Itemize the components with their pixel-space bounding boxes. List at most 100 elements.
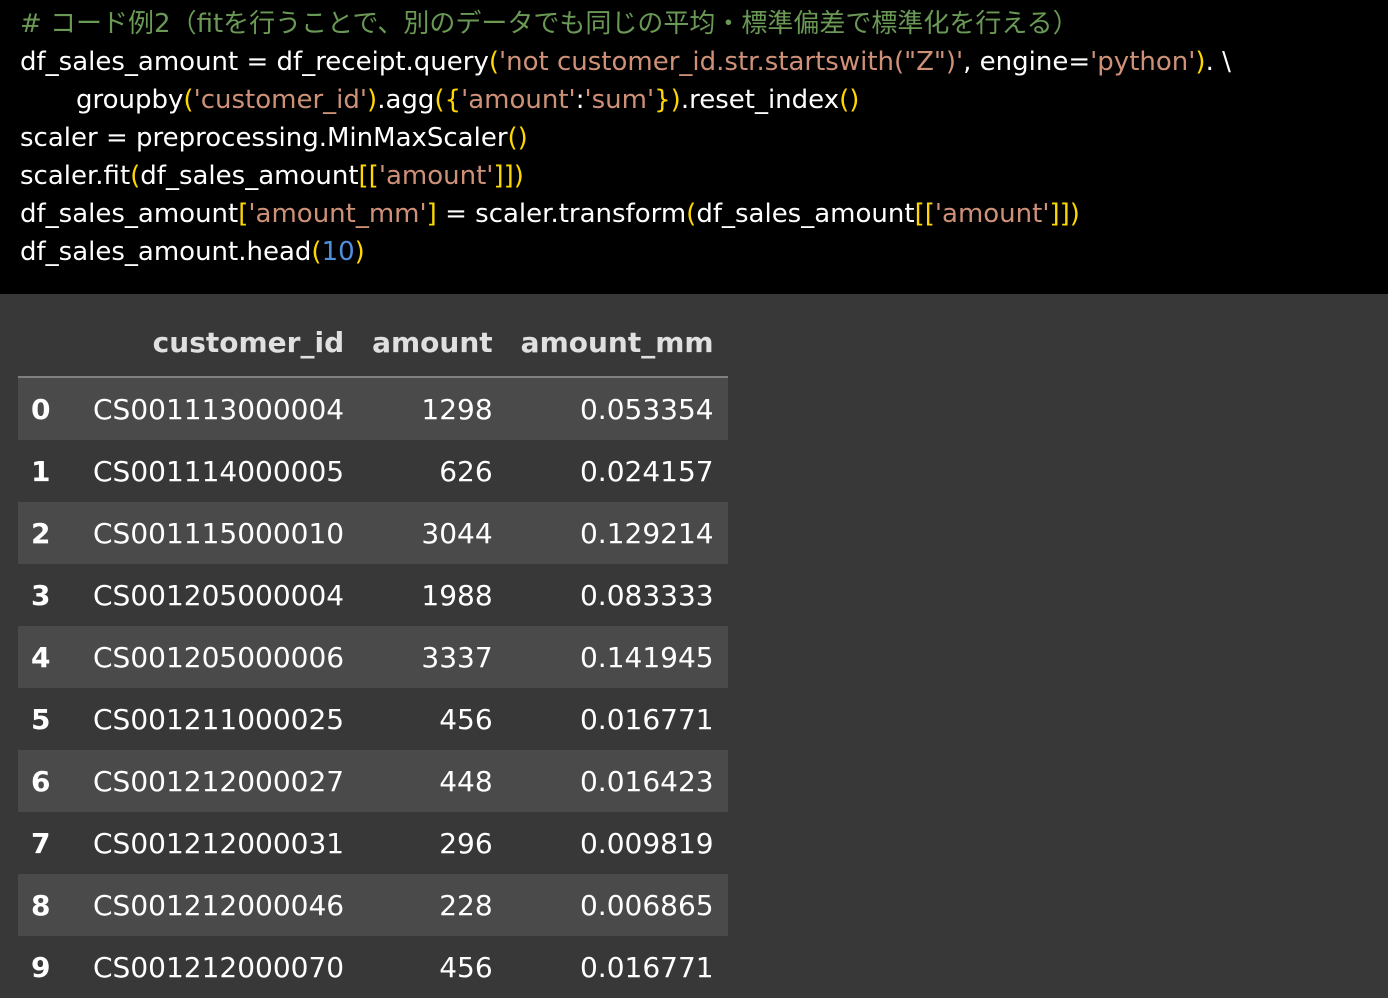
code-bracket: ]]) — [1049, 199, 1080, 229]
code-text: df_sales_amount — [20, 199, 239, 229]
cell-amount: 456 — [439, 702, 493, 736]
code-comment: # コード例2（fitを行うことで、別のデータでも同じの平均・標準偏差で標準化を… — [20, 9, 1079, 39]
cell-amount-mm: 0.016771 — [579, 702, 714, 736]
cell-amount: 626 — [439, 454, 493, 488]
cell-customer-id: CS001212000046 — [93, 888, 345, 922]
cell-amount: 456 — [439, 950, 493, 984]
row-index: 6 — [31, 764, 51, 798]
code-text: , engine= — [963, 47, 1091, 77]
code-bracket: ( — [488, 47, 499, 77]
code-text: . \ — [1205, 47, 1231, 77]
code-line-1: df_sales_amount = df_receipt.query('not … — [20, 43, 1388, 81]
cell-amount: 1298 — [421, 392, 493, 426]
code-cell[interactable]: # コード例2（fitを行うことで、別のデータでも同じの平均・標準偏差で標準化を… — [0, 0, 1388, 294]
code-bracket: ( — [183, 85, 194, 115]
cell-amount-mm: 0.009819 — [579, 826, 714, 860]
row-index: 4 — [31, 640, 51, 674]
code-text: df_sales_amount — [696, 199, 915, 229]
code-text: .agg — [377, 85, 435, 115]
column-header-amount-mm: amount_mm — [506, 318, 728, 378]
cell-amount: 3044 — [421, 516, 493, 550]
code-text: scaler.fit — [20, 161, 131, 191]
code-string: 'customer_id' — [193, 85, 368, 115]
code-string: 'sum' — [584, 85, 655, 115]
cell-amount-mm: 0.141945 — [579, 640, 714, 674]
code-bracket: [ — [238, 199, 249, 229]
code-line-4: scaler.fit(df_sales_amount[['amount']]) — [20, 157, 1388, 195]
code-bracket: ( — [130, 161, 141, 191]
code-text: = scaler.transform — [436, 199, 687, 229]
code-bracket: ) — [1195, 47, 1206, 77]
code-string: 'amount_mm' — [248, 199, 427, 229]
code-bracket: ( — [686, 199, 697, 229]
row-index: 7 — [31, 826, 51, 860]
code-text: df_sales_amount.head — [20, 237, 312, 267]
output-cell: customer_id amount amount_mm 0 CS0011130… — [0, 294, 1388, 998]
cell-customer-id: CS001205000004 — [93, 578, 345, 612]
cell-amount-mm: 0.024157 — [579, 454, 714, 488]
table-row: 4 CS001205000006 3337 0.141945 — [18, 626, 728, 688]
column-header-index — [18, 318, 79, 378]
cell-customer-id: CS001212000070 — [93, 950, 345, 984]
cell-amount-mm: 0.006865 — [579, 888, 714, 922]
code-string: 'amount' — [934, 199, 1050, 229]
row-index: 8 — [31, 888, 51, 922]
code-text: df_sales_amount — [140, 161, 359, 191]
dataframe-table: customer_id amount amount_mm 0 CS0011130… — [18, 318, 728, 998]
cell-amount-mm: 0.016423 — [579, 764, 714, 798]
code-string: 'python' — [1090, 47, 1196, 77]
cell-amount-mm: 0.053354 — [579, 392, 714, 426]
code-number: 10 — [321, 237, 355, 267]
cell-customer-id: CS001205000006 — [93, 640, 345, 674]
cell-amount-mm: 0.016771 — [579, 950, 714, 984]
cell-customer-id: CS001113000004 — [93, 392, 345, 426]
table-row: 8 CS001212000046 228 0.006865 — [18, 874, 728, 936]
code-bracket: ) — [367, 85, 378, 115]
code-string: 'amount' — [461, 85, 576, 115]
code-line-6: df_sales_amount.head(10) — [20, 233, 1388, 271]
row-index: 9 — [31, 950, 51, 984]
code-bracket: ({ — [434, 85, 462, 115]
cell-amount: 1988 — [421, 578, 493, 612]
cell-amount: 448 — [439, 764, 493, 798]
cell-amount: 228 — [439, 888, 493, 922]
cell-amount-mm: 0.129214 — [579, 516, 714, 550]
code-text: df_sales_amount = df_receipt.query — [20, 47, 489, 77]
code-bracket: ( — [311, 237, 322, 267]
cell-customer-id: CS001211000025 — [93, 702, 345, 736]
code-text: scaler = preprocessing.MinMaxScaler — [20, 123, 508, 153]
code-bracket: () — [839, 85, 860, 115]
code-bracket: ]]) — [493, 161, 524, 191]
table-row: 0 CS001113000004 1298 0.053354 — [18, 377, 728, 440]
row-index: 2 — [31, 516, 51, 550]
column-header-amount: amount — [358, 318, 507, 378]
column-header-customer-id: customer_id — [79, 318, 359, 378]
code-bracket: }) — [654, 85, 681, 115]
row-index: 3 — [31, 578, 51, 612]
code-bracket: () — [507, 123, 528, 153]
table-row: 3 CS001205000004 1988 0.083333 — [18, 564, 728, 626]
code-line-2: groupby('customer_id').agg({'amount':'su… — [20, 81, 1388, 119]
code-bracket: ] — [426, 199, 437, 229]
table-row: 9 CS001212000070 456 0.016771 — [18, 936, 728, 998]
code-text: groupby — [76, 85, 184, 115]
cell-amount-mm: 0.083333 — [579, 578, 714, 612]
code-text: .reset_index — [680, 85, 840, 115]
code-line-5: df_sales_amount['amount_mm'] = scaler.tr… — [20, 195, 1388, 233]
cell-customer-id: CS001212000031 — [93, 826, 345, 860]
table-header-row: customer_id amount amount_mm — [18, 318, 728, 378]
cell-customer-id: CS001114000005 — [93, 454, 345, 488]
code-bracket: [[ — [358, 161, 379, 191]
table-row: 1 CS001114000005 626 0.024157 — [18, 440, 728, 502]
row-index: 0 — [31, 392, 51, 426]
code-line-3: scaler = preprocessing.MinMaxScaler() — [20, 119, 1388, 157]
code-bracket: ) — [354, 237, 365, 267]
table-row: 5 CS001211000025 456 0.016771 — [18, 688, 728, 750]
row-index: 1 — [31, 454, 51, 488]
code-string: 'not customer_id.str.startswith("Z")' — [499, 47, 964, 77]
code-string: 'amount' — [378, 161, 494, 191]
code-bracket: [[ — [914, 199, 935, 229]
cell-amount: 296 — [439, 826, 493, 860]
table-row: 6 CS001212000027 448 0.016423 — [18, 750, 728, 812]
table-row: 2 CS001115000010 3044 0.129214 — [18, 502, 728, 564]
